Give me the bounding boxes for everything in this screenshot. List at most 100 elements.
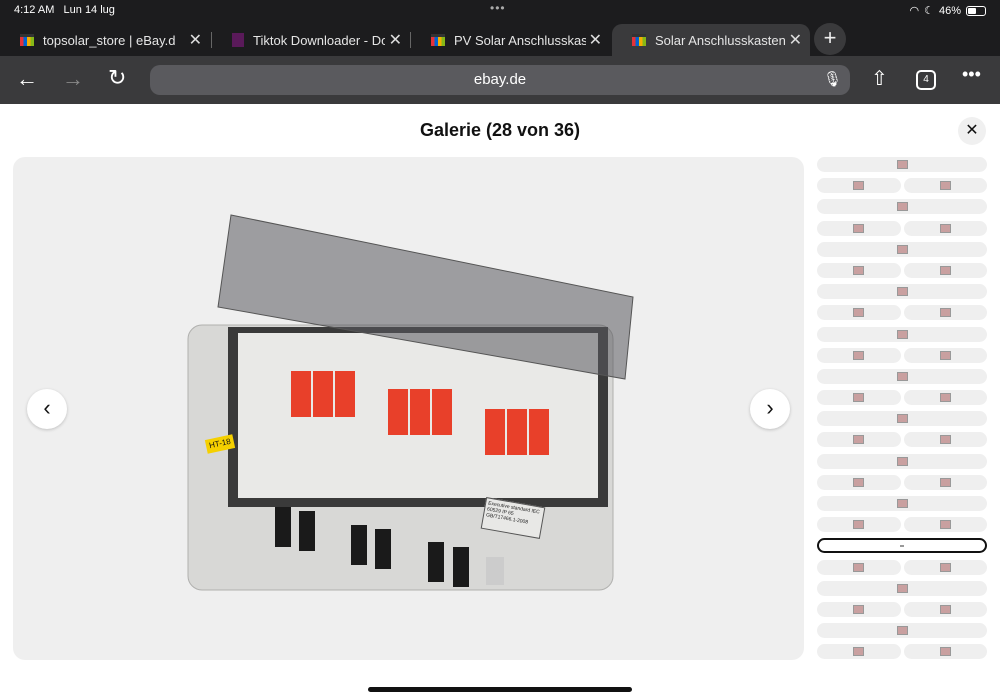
thumbnail-row [817,453,987,469]
thumbnail-row [817,220,987,236]
thumbnail-6[interactable] [903,220,987,236]
thumbnail-12[interactable] [903,305,987,321]
thumbnail-33[interactable] [903,601,987,617]
thumbnail-14[interactable] [817,347,901,363]
close-tab-icon[interactable]: ✕ [589,30,602,50]
more-button[interactable]: ••• [962,64,981,85]
close-tab-icon[interactable]: ✕ [389,30,402,50]
thumbnail-9[interactable] [903,262,987,278]
thumbnail-15[interactable] [903,347,987,363]
thumbnail-18[interactable] [903,390,987,406]
thumbnail-row [817,517,987,533]
thumbnail-row [817,284,987,300]
thumbnail-image [853,435,865,445]
thumbnail-image [896,202,908,212]
thumbnail-32[interactable] [817,601,901,617]
thumbnail-28[interactable] [817,538,987,554]
thumbnail-21[interactable] [903,432,987,448]
microphone-icon[interactable]: 🎙 [823,65,842,95]
thumbnail-row [817,496,987,511]
thumbnail-1[interactable] [817,157,987,172]
multitasking-dots-icon[interactable]: ••• [490,1,506,15]
thumbnail-row [817,347,987,363]
thumbnail-image [896,244,908,254]
thumbnail-row [817,432,987,448]
thumbnail-16[interactable] [817,368,987,384]
tab-title: PV Solar Anschlusskasten [454,32,586,48]
thumbnail-8[interactable] [817,262,901,278]
tab-topsolar[interactable]: topsolar_store | eBay.de ✕ [0,24,210,56]
tab-solar-anschlusskasten[interactable]: Solar Anschlusskasten Unterverteilung✕ [612,24,810,56]
thumbnail-image [853,308,865,318]
thumbnail-list[interactable] [817,157,987,666]
address-bar[interactable]: ebay.de 🎙 [150,65,850,95]
tab-tiktok[interactable]: Tiktok Downloader - Download✕ [212,24,410,56]
previous-image-button[interactable]: ‹ [27,389,67,429]
thumbnail-image [896,626,908,636]
share-button[interactable]: ⇧ [871,66,888,91]
ebay-favicon-icon [632,34,646,46]
thumbnail-image [939,350,951,360]
thumbnail-30[interactable] [903,559,987,575]
next-image-button[interactable]: › [750,389,790,429]
thumbnail-5[interactable] [817,220,901,236]
battery-icon [966,5,986,16]
tabs-overview-button[interactable]: 4 [916,70,936,90]
thumbnail-34[interactable] [817,623,987,639]
tab-pv-solar[interactable]: PV Solar Anschlusskasten✕ [411,24,610,56]
thumbnail-image [853,393,865,403]
thumbnail-image [896,371,908,381]
close-tab-icon[interactable]: ✕ [189,30,202,50]
thumbnail-36[interactable] [903,644,987,660]
thumbnail-3[interactable] [903,178,987,194]
thumbnail-image [939,477,951,487]
thumbnail-4[interactable] [817,199,987,215]
thumbnail-26[interactable] [817,517,901,533]
tab-title: Solar Anschlusskasten Unterverteilung [655,32,787,48]
thumbnail-image [939,265,951,275]
thumbnail-35[interactable] [817,644,901,660]
thumbnail-29[interactable] [817,559,901,575]
thumbnail-row [817,474,987,490]
thumbnail-row [817,601,987,617]
thumbnail-11[interactable] [817,305,901,321]
thumbnail-row [817,305,987,321]
date: Lun 14 lug [63,4,115,16]
thumbnail-row [817,623,987,639]
reload-button[interactable]: ↻ [108,65,126,91]
thumbnail-image [939,393,951,403]
thumbnail-image [853,477,865,487]
thumbnail-13[interactable] [817,326,987,342]
new-tab-button[interactable]: + [814,23,846,55]
thumbnail-image [853,265,865,275]
home-indicator[interactable] [368,687,632,692]
thumbnail-row [817,368,987,384]
thumbnail-image [853,647,865,657]
thumbnail-row [817,644,987,660]
thumbnail-17[interactable] [817,390,901,406]
close-tab-icon[interactable]: ✕ [789,30,802,50]
thumbnail-image [939,435,951,445]
close-gallery-button[interactable]: ✕ [958,117,986,145]
thumbnail-2[interactable] [817,178,901,194]
back-button[interactable]: ← [16,66,38,92]
thumbnail-31[interactable] [817,580,987,596]
thumbnail-23[interactable] [817,474,901,490]
battery-percent: 46% [938,4,961,17]
tab-title: Tiktok Downloader - Download [253,32,385,48]
thumbnail-19[interactable] [817,411,987,427]
thumbnail-10[interactable] [817,284,987,300]
thumbnail-20[interactable] [817,432,901,448]
thumbnail-27[interactable] [903,517,987,533]
thumbnail-image [896,160,908,169]
thumbnail-25[interactable] [817,496,987,511]
thumbnail-22[interactable] [817,453,987,469]
forward-button[interactable]: → [62,66,84,92]
thumbnail-row [817,390,987,406]
thumbnail-image [896,287,908,297]
thumbnail-image [939,223,951,233]
thumbnail-row [817,538,987,554]
thumbnail-image [939,308,951,318]
thumbnail-7[interactable] [817,241,987,257]
thumbnail-24[interactable] [903,474,987,490]
